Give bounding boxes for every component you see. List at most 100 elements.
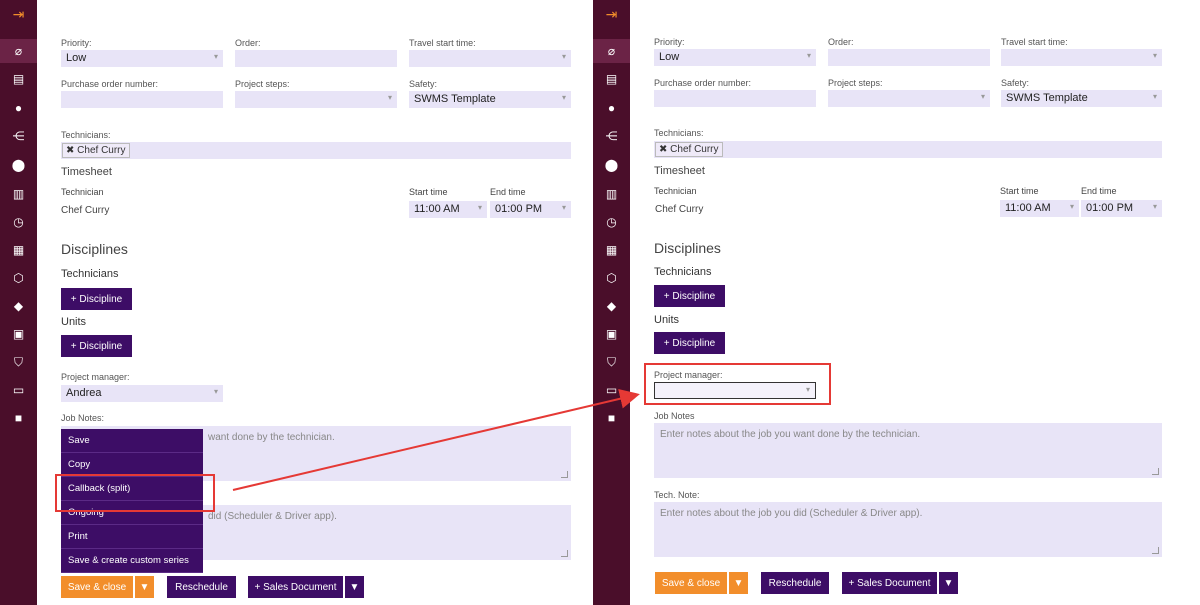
clock-icon[interactable]: ◷: [0, 210, 37, 234]
sidebar: ⇥ ⌀ ▤ ● ⋲ ⬤ ▥ ◷ ▦ ⬡ ◆ ▣ ⛉ ▭ ■: [0, 0, 37, 605]
job-notes-label: Job Notes:: [61, 413, 105, 423]
tech-note-placeholder: Enter notes about the job you did (Sched…: [660, 508, 923, 519]
tech-note-textarea[interactable]: Enter notes about the job you did (Sched…: [654, 502, 1162, 557]
safety-label: Safety:: [1001, 78, 1030, 88]
map-icon[interactable]: ▥: [0, 182, 37, 206]
add-technician-discipline-button[interactable]: + Discipline: [654, 285, 725, 307]
sales-document-button[interactable]: + Sales Document: [842, 572, 937, 594]
label-icon[interactable]: ◆: [0, 294, 37, 318]
user-icon[interactable]: ●: [593, 96, 630, 120]
add-unit-discipline-button[interactable]: + Discipline: [61, 335, 132, 357]
reschedule-button[interactable]: Reschedule: [761, 572, 829, 594]
disciplines-title: Disciplines: [61, 241, 128, 257]
document-icon[interactable]: ▤: [593, 67, 630, 91]
end-time-select[interactable]: 01:00 PM: [1081, 200, 1162, 217]
technician-tag[interactable]: ✖ Chef Curry: [655, 142, 723, 157]
order-input[interactable]: [235, 50, 397, 67]
label-icon[interactable]: ◆: [593, 294, 630, 318]
disciplines-units-heading: Units: [654, 314, 680, 326]
box-icon[interactable]: ⬡: [0, 266, 37, 290]
shield-icon[interactable]: ⛉: [593, 350, 630, 374]
technician-tag[interactable]: ✖ Chef Curry: [62, 143, 130, 158]
save-options-caret[interactable]: ▼: [728, 572, 748, 594]
po-number-input[interactable]: [654, 90, 816, 107]
job-notes-placeholder: want done by the technician.: [208, 432, 335, 443]
notebook-icon[interactable]: ■: [593, 406, 630, 430]
save-close-button[interactable]: Save & close: [655, 572, 727, 594]
project-steps-select[interactable]: [828, 90, 990, 107]
tag-icon[interactable]: ⌀: [593, 39, 630, 63]
clipboard-icon[interactable]: ▦: [0, 238, 37, 262]
caret-down-icon: ▼: [349, 581, 360, 593]
exit-icon[interactable]: ⇥: [0, 2, 37, 26]
add-unit-discipline-button[interactable]: + Discipline: [654, 332, 725, 354]
technician-tag-label: Chef Curry: [77, 145, 126, 156]
add-technician-discipline-button[interactable]: + Discipline: [61, 288, 132, 310]
notebook-icon[interactable]: ■: [0, 406, 37, 430]
disciplines-units-heading: Units: [61, 316, 87, 328]
tag-icon[interactable]: ⌀: [0, 39, 37, 63]
project-steps-label: Project steps:: [828, 78, 883, 88]
col-technician: Technician: [654, 186, 697, 196]
col-technician: Technician: [61, 187, 104, 197]
clock-icon[interactable]: ◷: [593, 210, 630, 234]
location-icon[interactable]: ⬤: [0, 153, 37, 177]
caret-down-icon: ▼: [139, 581, 150, 593]
map-icon[interactable]: ▥: [593, 182, 630, 206]
book-icon[interactable]: ▭: [0, 378, 37, 402]
location-icon[interactable]: ⬤: [593, 153, 630, 177]
project-manager-select[interactable]: Andrea: [61, 385, 223, 402]
travel-start-select[interactable]: [1001, 49, 1162, 66]
priority-select[interactable]: Low: [61, 50, 223, 67]
timesheet-row-name: Chef Curry: [61, 205, 110, 216]
reschedule-button[interactable]: Reschedule: [167, 576, 236, 598]
technicians-multiselect[interactable]: [61, 142, 571, 159]
safety-select[interactable]: SWMS Template: [1001, 90, 1162, 107]
shield-icon[interactable]: ⛉: [0, 350, 37, 374]
sales-document-caret[interactable]: ▼: [344, 576, 364, 598]
order-label: Order:: [235, 38, 261, 48]
timesheet-title: Timesheet: [61, 166, 112, 178]
travel-start-label: Travel start time:: [1001, 37, 1068, 47]
col-start-time: Start time: [1000, 186, 1039, 196]
clipboard-icon[interactable]: ▦: [593, 238, 630, 262]
sales-document-caret[interactable]: ▼: [938, 572, 958, 594]
user-icon[interactable]: ●: [0, 96, 37, 120]
safety-select[interactable]: SWMS Template: [409, 91, 571, 108]
document-icon[interactable]: ▤: [0, 67, 37, 91]
save-options-caret[interactable]: ▼: [134, 576, 154, 598]
exit-icon[interactable]: ⇥: [593, 2, 630, 26]
sales-document-button[interactable]: + Sales Document: [248, 576, 343, 598]
col-end-time: End time: [490, 187, 526, 197]
share-icon[interactable]: ⋲: [593, 124, 630, 148]
scan-icon[interactable]: ▣: [593, 322, 630, 346]
project-steps-label: Project steps:: [235, 79, 290, 89]
box-icon[interactable]: ⬡: [593, 266, 630, 290]
menu-item-print[interactable]: Print: [61, 525, 203, 549]
technicians-label: Technicians:: [654, 128, 704, 138]
job-notes-label: Job Notes: [654, 411, 695, 421]
share-icon[interactable]: ⋲: [0, 124, 37, 148]
col-end-time: End time: [1081, 186, 1117, 196]
job-notes-textarea[interactable]: Enter notes about the job you want done …: [654, 423, 1162, 478]
technicians-multiselect[interactable]: [654, 141, 1162, 158]
start-time-select[interactable]: 11:00 AM: [409, 201, 487, 218]
menu-item-save[interactable]: Save: [61, 429, 203, 453]
priority-label: Priority:: [654, 37, 685, 47]
scan-icon[interactable]: ▣: [0, 322, 37, 346]
highlight-callback: [55, 474, 215, 512]
book-icon[interactable]: ▭: [593, 378, 630, 402]
order-input[interactable]: [828, 49, 990, 66]
save-close-button[interactable]: Save & close: [61, 576, 133, 598]
po-number-input[interactable]: [61, 91, 223, 108]
priority-select[interactable]: Low: [654, 49, 816, 66]
travel-start-select[interactable]: [409, 50, 571, 67]
start-time-select[interactable]: 11:00 AM: [1000, 200, 1079, 217]
travel-start-label: Travel start time:: [409, 38, 476, 48]
menu-item-save-create-series[interactable]: Save & create custom series: [61, 549, 203, 573]
disciplines-title: Disciplines: [654, 240, 721, 256]
end-time-select[interactable]: 01:00 PM: [490, 201, 571, 218]
project-steps-select[interactable]: [235, 91, 397, 108]
job-notes-placeholder: Enter notes about the job you want done …: [660, 429, 921, 440]
timesheet-title: Timesheet: [654, 165, 705, 177]
